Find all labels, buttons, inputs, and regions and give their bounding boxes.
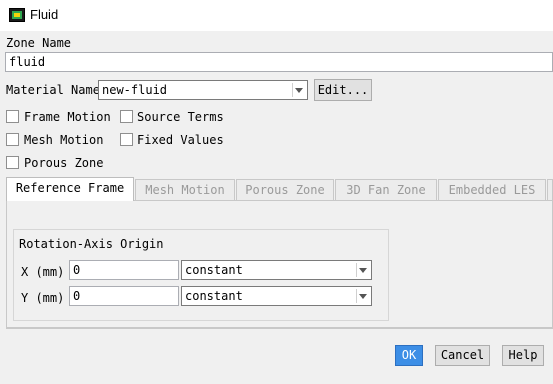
frame-motion-checkbox[interactable] [6,110,19,123]
frame-motion-label: Frame Motion [24,110,111,124]
x-label: X (mm) [21,265,65,279]
chevron-down-icon [356,289,369,303]
cancel-button[interactable]: Cancel [435,345,490,366]
mesh-motion-checkbox[interactable] [6,133,19,146]
porous-zone-checkbox[interactable] [6,156,19,169]
tab-3d-fan-zone[interactable]: 3D Fan Zone [335,179,437,201]
x-origin-input[interactable]: 0 [69,260,179,280]
ok-button[interactable]: OK [395,345,423,366]
y-origin-input[interactable]: 0 [69,286,179,306]
mesh-motion-label: Mesh Motion [24,133,104,147]
title-bar[interactable] [0,0,553,31]
window-title: Fluid [30,7,59,22]
tab-mesh-motion[interactable]: Mesh Motion [135,179,235,201]
bottom-divider [6,328,553,329]
zone-name-label: Zone Name [6,36,72,50]
zone-name-input[interactable]: fluid [5,52,553,72]
material-name-value: new-fluid [102,83,168,97]
source-terms-label: Source Terms [137,110,224,124]
material-name-select[interactable]: new-fluid [98,80,308,100]
chevron-down-icon [356,263,369,277]
tab-reference-frame[interactable]: Reference Frame [6,177,134,201]
y-method-value: constant [185,289,243,303]
help-button[interactable]: Help [502,345,544,366]
material-name-label: Material Name [6,83,100,97]
fixed-values-checkbox[interactable] [120,133,133,146]
chevron-down-icon [292,83,305,97]
fixed-values-label: Fixed Values [137,133,224,147]
porous-zone-label: Porous Zone [24,156,104,170]
edit-material-button[interactable]: Edit... [314,79,372,101]
tab-overflow[interactable] [547,179,553,201]
source-terms-checkbox[interactable] [120,110,133,123]
fluent-app-icon [9,8,25,22]
y-label: Y (mm) [21,291,65,305]
tab-porous-zone[interactable]: Porous Zone [236,179,334,201]
tab-embedded-les[interactable]: Embedded LES [438,179,546,201]
x-method-select[interactable]: constant [181,260,372,280]
x-method-value: constant [185,263,243,277]
rotation-axis-origin-title: Rotation-Axis Origin [19,237,164,251]
y-method-select[interactable]: constant [181,286,372,306]
